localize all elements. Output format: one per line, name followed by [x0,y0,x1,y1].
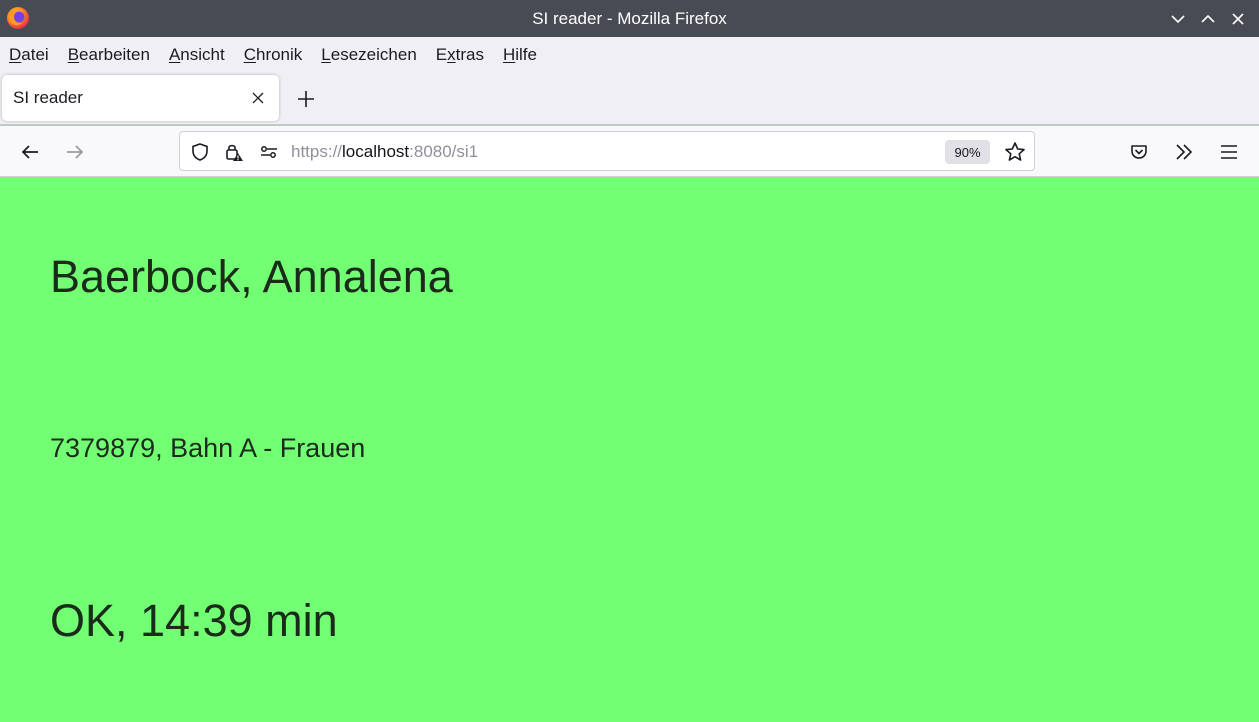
runner-name: Baerbock, Annalena [50,251,453,302]
url-bar[interactable]: https://localhost:8080/si1 90% [179,131,1035,171]
back-button[interactable] [14,136,46,168]
browser-window: SI reader - Mozilla Firefox Datei Bearbe… [0,0,1259,722]
new-tab-button[interactable] [291,84,321,114]
menu-mnemonic: B [67,44,80,64]
app-menu-button[interactable] [1213,136,1245,168]
url-scheme: https:// [291,142,343,161]
url-path: :8080/si1 [409,142,479,161]
close-icon [1232,12,1244,25]
menu-label: nsicht [180,44,225,64]
back-arrow-icon [21,145,38,159]
menu-label: atei [21,44,49,64]
url-text[interactable]: https://localhost:8080/si1 [291,142,478,162]
close-icon [252,92,264,104]
menu-label: esezeichen [330,44,417,64]
hamburger-menu-icon [1221,145,1237,159]
tab-close-button[interactable] [247,87,269,109]
tab-si-reader[interactable]: SI reader [2,75,279,121]
firefox-logo-icon [5,5,31,31]
plus-icon [298,91,314,107]
permissions-icon[interactable] [257,140,281,164]
menu-mnemonic: C [243,44,256,64]
window-controls [1163,0,1253,37]
overflow-menu-button[interactable] [1168,136,1200,168]
menu-mnemonic: L [321,44,331,64]
star-icon[interactable] [1003,140,1027,164]
menu-ansicht[interactable]: Ansicht [169,45,225,65]
menu-label: ilfe [515,44,537,64]
menu-lesezeichen[interactable]: Lesezeichen [321,45,416,65]
tab-label: SI reader [13,88,83,107]
menu-extras[interactable]: Extras [436,45,484,65]
chevron-down-icon [1171,14,1185,23]
pocket-icon [1131,145,1147,159]
menu-label: tras [455,44,484,64]
close-window-button[interactable] [1223,4,1253,34]
menu-hilfe[interactable]: Hilfe [503,45,537,65]
runner-info: 7379879, Bahn A - Frauen [50,433,366,463]
minimize-button[interactable] [1163,4,1193,34]
chevron-up-icon [1201,14,1215,23]
window-title: SI reader - Mozilla Firefox [532,8,727,28]
menu-mnemonic: A [168,44,181,64]
url-host: localhost [342,142,410,161]
lock-warning-icon[interactable] [222,140,246,164]
menu-datei[interactable]: Datei [9,45,49,65]
forward-arrow-icon [67,145,84,159]
menu-mnemonic: E [435,44,448,64]
tab-bar: SI reader [0,72,1259,125]
menu-chronik[interactable]: Chronik [244,45,303,65]
menu-label-x: x [447,44,456,64]
forward-button[interactable] [59,136,91,168]
menu-bearbeiten[interactable]: Bearbeiten [68,45,150,65]
menu-mnemonic: D [9,44,22,64]
result-status: OK, 14:39 min [50,595,338,646]
zoom-reset-button[interactable]: 90% [945,140,990,164]
pocket-button[interactable] [1123,136,1155,168]
page-content: Baerbock, Annalena 7379879, Bahn A - Fra… [0,177,1259,722]
maximize-button[interactable] [1193,4,1223,34]
navigation-toolbar: https://localhost:8080/si1 90% [0,126,1259,177]
menu-label: earbeiten [79,44,150,64]
shield-icon[interactable] [188,140,212,164]
overflow-chevrons-icon [1176,144,1193,160]
menu-mnemonic: H [502,44,516,64]
menu-bar: Datei Bearbeiten Ansicht Chronik Lesezei… [0,37,1259,72]
title-bar: SI reader - Mozilla Firefox [0,0,1259,37]
menu-label: hronik [255,44,303,64]
